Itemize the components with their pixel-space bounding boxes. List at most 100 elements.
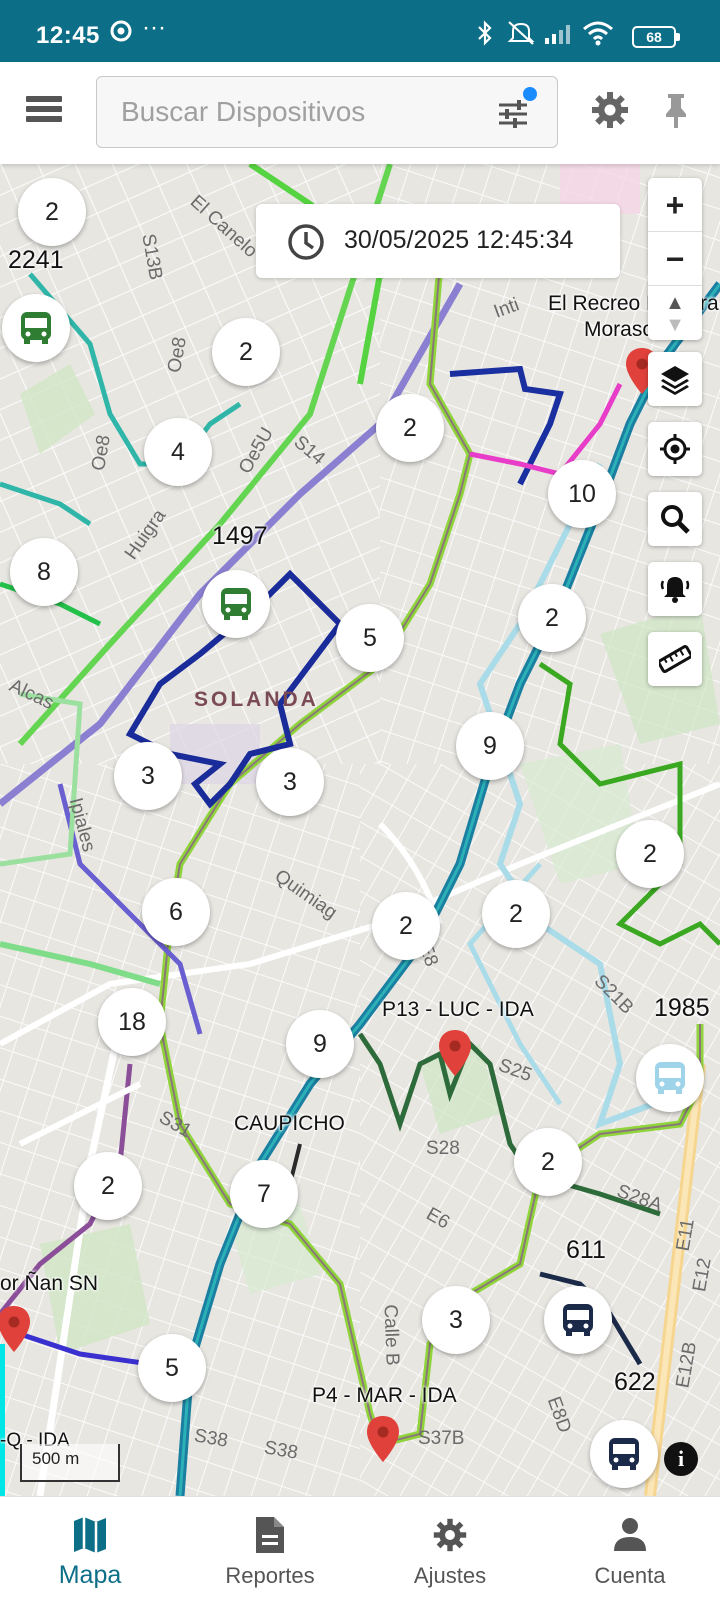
zoom-control: + − ▲ ▼ xyxy=(648,178,702,340)
device-label: 1497 xyxy=(212,522,268,550)
place-label: El Recreo N xyxy=(548,292,662,315)
nav-cuenta[interactable]: Cuenta xyxy=(540,1497,720,1600)
cluster-marker[interactable]: 5 xyxy=(336,604,404,672)
map-base-layer xyxy=(0,164,720,1496)
cluster-marker[interactable]: 10 xyxy=(548,460,616,528)
location-pin-icon[interactable] xyxy=(0,1304,32,1354)
status-time: 12:45 xyxy=(36,22,100,49)
app-header xyxy=(0,62,720,164)
cluster-marker[interactable]: 7 xyxy=(230,1160,298,1228)
cluster-marker[interactable]: 9 xyxy=(456,712,524,780)
mute-icon xyxy=(506,20,536,53)
bottom-navigation: Mapa Reportes Ajustes Cuenta xyxy=(0,1496,720,1600)
device-label: 622 xyxy=(614,1368,656,1396)
bus-icon xyxy=(655,1062,685,1094)
device-label: 611 xyxy=(566,1236,606,1264)
bus-marker[interactable] xyxy=(590,1420,658,1488)
map-icon xyxy=(74,1517,106,1553)
bell-alert-icon xyxy=(660,577,690,603)
place-label: Morasc xyxy=(584,318,653,341)
cluster-marker[interactable]: 18 xyxy=(98,988,166,1056)
ruler-icon xyxy=(659,645,691,673)
pin-icon[interactable] xyxy=(656,90,696,130)
cluster-marker[interactable]: 3 xyxy=(114,742,182,810)
menu-icon[interactable] xyxy=(26,96,62,126)
zoom-in-button[interactable]: + xyxy=(648,178,702,232)
device-label: 2241 xyxy=(8,246,64,274)
bluetooth-icon xyxy=(476,20,494,53)
chrome-icon xyxy=(110,20,132,49)
cluster-marker[interactable]: 5 xyxy=(138,1334,206,1402)
crosshair-icon xyxy=(660,434,690,464)
cluster-marker[interactable]: 2 xyxy=(372,892,440,960)
wifi-icon xyxy=(582,20,614,53)
street-label: S37B xyxy=(418,1428,465,1449)
battery-icon: 68 xyxy=(632,26,680,48)
timestamp-box: 30/05/2025 12:45:34 xyxy=(256,204,620,278)
street-label: Calle B xyxy=(379,1304,403,1366)
compass-icon[interactable]: ▲ ▼ xyxy=(648,286,702,340)
nav-reportes[interactable]: Reportes xyxy=(180,1497,360,1600)
street-label: S28 xyxy=(426,1138,460,1159)
map-search-button[interactable] xyxy=(648,492,702,546)
cluster-marker[interactable]: 2 xyxy=(18,178,86,246)
cluster-marker[interactable]: 2 xyxy=(514,1128,582,1196)
filter-active-indicator xyxy=(523,87,537,101)
timestamp-value: 30/05/2025 12:45:34 xyxy=(344,226,574,254)
search-icon xyxy=(661,505,690,534)
filter-icon[interactable] xyxy=(495,97,531,131)
nav-ajustes[interactable]: Ajustes xyxy=(360,1497,540,1600)
nav-reportes-label: Reportes xyxy=(225,1563,315,1588)
user-account-icon xyxy=(614,1518,646,1551)
bus-icon xyxy=(221,588,251,620)
settings-gear-icon[interactable] xyxy=(590,90,630,130)
cluster-marker[interactable]: 2 xyxy=(74,1152,142,1220)
route-label: P4 - MAR - IDA xyxy=(312,1384,457,1407)
nav-cuenta-label: Cuenta xyxy=(594,1563,666,1588)
ruler-button[interactable] xyxy=(648,632,702,686)
locate-button[interactable] xyxy=(648,422,702,476)
nav-mapa[interactable]: Mapa xyxy=(0,1497,180,1600)
bus-marker[interactable] xyxy=(2,294,70,362)
signal-icon xyxy=(544,22,574,51)
bus-marker[interactable] xyxy=(544,1286,612,1354)
bus-marker[interactable] xyxy=(202,570,270,638)
cluster-marker[interactable]: 2 xyxy=(376,394,444,462)
bus-marker[interactable] xyxy=(636,1044,704,1112)
alerts-button[interactable] xyxy=(648,562,702,616)
cluster-marker[interactable]: 3 xyxy=(422,1286,490,1354)
layers-button[interactable] xyxy=(648,352,702,406)
map-view[interactable]: 30/05/2025 12:45:34 El Canelo S13B Oe8 O… xyxy=(0,164,720,1496)
settings-gear-icon xyxy=(433,1518,467,1552)
search-input[interactable] xyxy=(121,93,481,131)
cluster-marker[interactable]: 4 xyxy=(144,418,212,486)
device-label: 1985 xyxy=(654,994,710,1022)
route-label: or Ñan SN xyxy=(0,1272,99,1295)
bus-icon xyxy=(563,1304,593,1336)
status-bar: 12:45 ··· 68 xyxy=(0,0,720,62)
location-pin-icon[interactable] xyxy=(365,1414,401,1464)
cluster-marker[interactable]: 2 xyxy=(482,880,550,948)
info-icon[interactable]: i xyxy=(664,1442,698,1476)
district-label: SOLANDA xyxy=(194,688,319,711)
clock-icon xyxy=(288,224,324,260)
map-scale: 500 m xyxy=(20,1444,120,1482)
cluster-marker[interactable]: 3 xyxy=(256,748,324,816)
route-label: CAUPICHO xyxy=(234,1112,345,1135)
cluster-marker[interactable]: 6 xyxy=(142,878,210,946)
location-pin-icon[interactable] xyxy=(437,1028,473,1078)
nav-mapa-label: Mapa xyxy=(58,1561,122,1589)
bus-icon xyxy=(21,312,51,344)
nav-ajustes-label: Ajustes xyxy=(413,1563,487,1588)
zoom-out-button[interactable]: − xyxy=(648,232,702,286)
cluster-marker[interactable]: 2 xyxy=(616,820,684,888)
cluster-marker[interactable]: 2 xyxy=(212,318,280,386)
place-label: ra xyxy=(700,292,719,315)
cluster-marker[interactable]: 8 xyxy=(10,538,78,606)
device-search-box xyxy=(96,76,558,148)
more-icon: ··· xyxy=(142,14,166,41)
layers-icon xyxy=(661,366,689,395)
cluster-marker[interactable]: 9 xyxy=(286,1010,354,1078)
cluster-marker[interactable]: 2 xyxy=(518,584,586,652)
route-label: P13 - LUC - IDA xyxy=(382,998,534,1021)
